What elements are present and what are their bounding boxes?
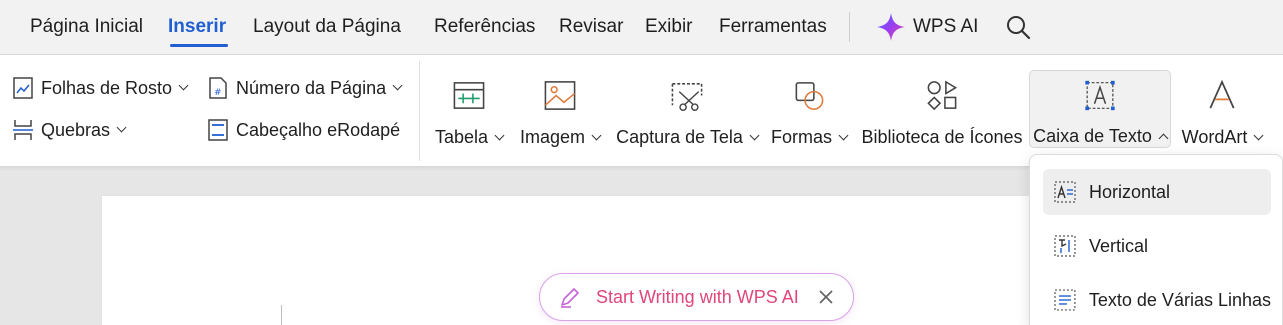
breaks-button[interactable]: Quebras [11, 118, 127, 142]
image-label: Imagem [519, 127, 586, 147]
ribbon-divider [419, 61, 420, 161]
vertical-textbox-icon [1054, 235, 1076, 257]
vertical-label: Vertical [1089, 235, 1149, 256]
icon-library-label: Biblioteca de Ícones [861, 127, 1023, 147]
close-icon[interactable] [817, 288, 835, 306]
image-button[interactable]: Imagem [518, 70, 602, 148]
image-icon [544, 81, 576, 110]
header-footer-icon [208, 119, 228, 141]
page-number-icon: # [209, 77, 227, 99]
tab-exibir[interactable]: Exibir [645, 16, 693, 38]
svg-text:#: # [214, 88, 222, 98]
scissors-screenshot-icon [671, 83, 703, 112]
wordart-label: WordArt [1181, 127, 1248, 147]
horizontal-label: Horizontal [1089, 181, 1171, 202]
menu-item-multiline[interactable]: Texto de Várias Linhas [1043, 277, 1271, 323]
cover-pages-label: Folhas de Rosto [41, 77, 173, 98]
text-margin-marker [281, 305, 282, 325]
horizontal-textbox-icon [1054, 181, 1076, 203]
table-icon [453, 82, 485, 109]
shapes-label: Formas [771, 127, 833, 147]
table-label: Tabela [434, 127, 489, 147]
icon-library-icon [927, 80, 958, 111]
wps-ai-label: WPS AI [913, 16, 979, 37]
wps-ai-sparkle-icon [877, 13, 905, 41]
wps-ai-button[interactable]: WPS AI [876, 10, 978, 44]
menu-item-horizontal[interactable]: Horizontal [1043, 169, 1271, 215]
multiline-textbox-icon [1054, 289, 1076, 311]
text-box-icon [1085, 80, 1115, 111]
page-number-button[interactable]: # Número da Página [206, 76, 403, 100]
start-writing-label: Start Writing with WPS AI [596, 286, 799, 307]
start-writing-ai-prompt[interactable]: Start Writing with WPS AI [539, 273, 854, 321]
cover-page-icon [13, 77, 33, 99]
icon-library-button[interactable]: Biblioteca de Ícones [861, 70, 1023, 148]
page-break-icon [13, 120, 33, 140]
menu-divider [849, 12, 850, 42]
cover-pages-button[interactable]: Folhas de Rosto [11, 76, 189, 100]
tab-layout-da-pagina[interactable]: Layout da Página [253, 16, 401, 38]
active-tab-indicator [170, 44, 228, 47]
text-box-label: Caixa de Texto [1033, 126, 1152, 146]
menu-bar: Página Inicial Inserir Layout da Página … [0, 0, 1283, 55]
text-box-dropdown: Horizontal Vertical Texto de Várias Linh… [1029, 154, 1283, 325]
header-footer-label: Cabeçalho eRodapé [236, 119, 401, 140]
text-box-button[interactable]: Caixa de Texto [1029, 70, 1171, 148]
screenshot-label: Captura de Tela [616, 127, 743, 147]
shapes-icon [795, 82, 824, 110]
header-footer-button[interactable]: Cabeçalho eRodapé [206, 118, 400, 142]
tab-referencias[interactable]: Referências [434, 16, 535, 38]
tab-ferramentas[interactable]: Ferramentas [719, 16, 827, 38]
multiline-label: Texto de Várias Linhas [1088, 289, 1271, 310]
tab-revisar[interactable]: Revisar [559, 16, 623, 38]
pen-icon [561, 288, 579, 308]
screenshot-button[interactable]: Captura de Tela [616, 70, 760, 148]
wordart-button[interactable]: WordArt [1178, 70, 1266, 148]
breaks-label: Quebras [41, 119, 111, 140]
page-number-label: Número da Página [236, 77, 387, 98]
tab-inserir[interactable]: Inserir [168, 16, 226, 38]
table-button[interactable]: Tabela [434, 70, 505, 148]
shapes-button[interactable]: Formas [771, 70, 849, 148]
tab-pagina-inicial[interactable]: Página Inicial [30, 16, 143, 38]
wordart-icon [1209, 79, 1235, 109]
search-icon[interactable] [1005, 14, 1031, 40]
menu-item-vertical[interactable]: Vertical [1043, 223, 1271, 269]
